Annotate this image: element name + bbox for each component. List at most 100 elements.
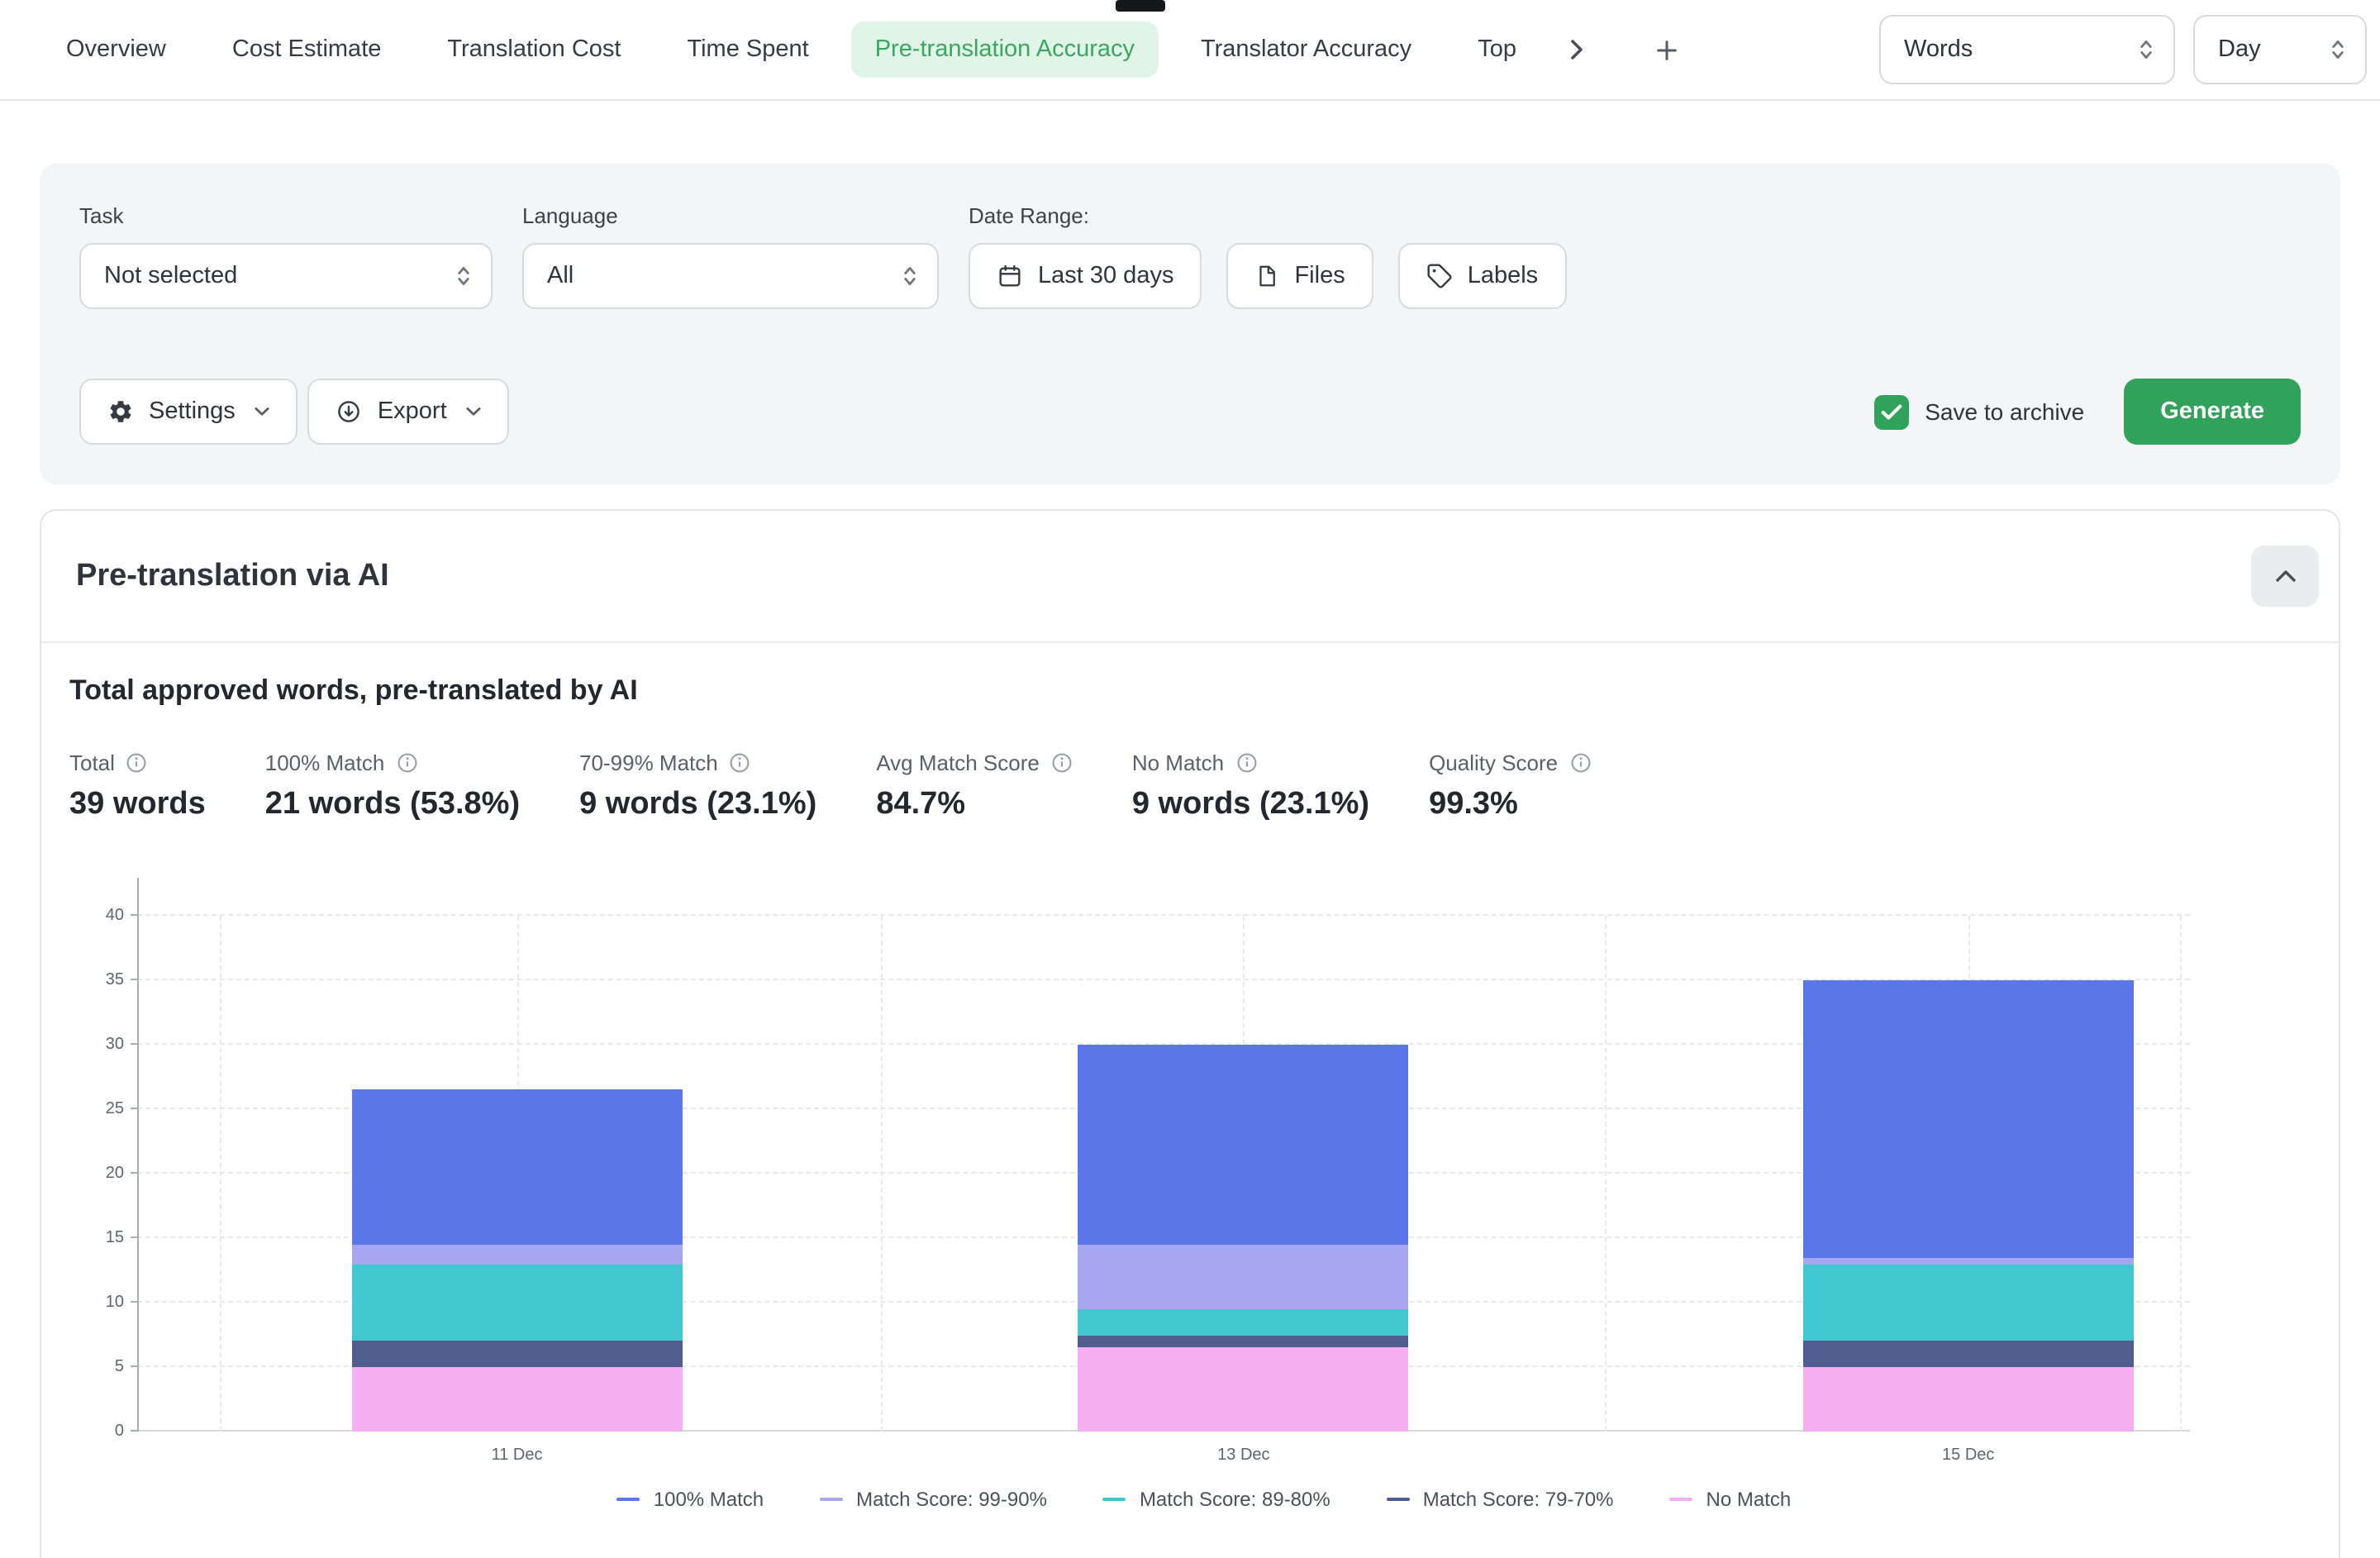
- info-circle-icon[interactable]: [126, 752, 148, 774]
- tab-overview[interactable]: Overview: [43, 21, 189, 78]
- y-tick-label: 25: [106, 1100, 124, 1118]
- info-circle-icon[interactable]: [1235, 752, 1257, 774]
- tab-top[interactable]: Top: [1454, 21, 1540, 78]
- date-range-field: Date Range: Last 30 days Files Labels: [969, 203, 1566, 309]
- plus-icon: [1654, 37, 1679, 62]
- chevron-down-icon: [467, 407, 482, 417]
- add-report-button[interactable]: [1645, 28, 1688, 71]
- legend-item-match-score-89-80[interactable]: Match Score: 89-80%: [1103, 1488, 1330, 1511]
- bar-13-dec[interactable]: [1078, 1045, 1409, 1432]
- bar-segment-100-match[interactable]: [1078, 1045, 1409, 1245]
- bar-segment-match-score-79-70[interactable]: [352, 1341, 683, 1367]
- date-range-button[interactable]: Last 30 days: [969, 243, 1202, 309]
- filters-panel: Task Not selected Language All Date Rang…: [40, 164, 2340, 484]
- y-tick: [131, 1430, 137, 1432]
- tabs-overflow-button[interactable]: [1556, 28, 1599, 71]
- tab-time-spent[interactable]: Time Spent: [664, 21, 831, 78]
- bar-segment-no-match[interactable]: [352, 1367, 683, 1432]
- card-body: Total approved words, pre-translated by …: [41, 643, 2339, 1511]
- task-label: Task: [79, 203, 493, 228]
- generate-button[interactable]: Generate: [2124, 379, 2301, 445]
- stat-label: Avg Match Score: [876, 750, 1040, 775]
- report-tabs: Overview Cost Estimate Translation Cost Tim…: [43, 21, 1540, 78]
- legend-item-match-score-99-90[interactable]: Match Score: 99-90%: [820, 1488, 1047, 1511]
- files-button[interactable]: Files: [1226, 243, 1373, 309]
- legend-item-no-match[interactable]: No Match: [1670, 1488, 1792, 1511]
- gridline-v: [2180, 916, 2182, 1432]
- language-label: Language: [522, 203, 939, 228]
- file-icon: [1254, 263, 1279, 289]
- save-to-archive-checkbox[interactable]: [1873, 394, 1908, 429]
- y-tick-label: 20: [106, 1165, 124, 1183]
- date-range-value: Last 30 days: [1038, 263, 1173, 289]
- tab-pre-translation-accuracy[interactable]: Pre-translation Accuracy: [852, 21, 1158, 78]
- collapse-card-button[interactable]: [2251, 546, 2319, 607]
- y-tick-label: 30: [106, 1036, 124, 1054]
- top-scroll-indicator: [1116, 0, 1165, 12]
- bar-segment-match-score-89-80[interactable]: [1803, 1264, 2134, 1341]
- updown-chevrons-icon: [2330, 38, 2345, 61]
- bar-segment-match-score-89-80[interactable]: [1078, 1309, 1409, 1335]
- save-to-archive-toggle[interactable]: Save to archive: [1873, 394, 2084, 429]
- legend-item-100-match[interactable]: 100% Match: [617, 1488, 764, 1511]
- settings-button[interactable]: Settings: [79, 379, 298, 445]
- bar-segment-match-score-79-70[interactable]: [1803, 1341, 2134, 1367]
- legend-marker: [1103, 1498, 1126, 1502]
- export-button[interactable]: Export: [308, 379, 510, 445]
- period-select[interactable]: Day: [2193, 15, 2367, 84]
- info-circle-icon[interactable]: [1051, 752, 1073, 774]
- stat-100-match: 100% Match21 words (53.8%): [265, 750, 520, 823]
- bar-15-dec[interactable]: [1803, 980, 2134, 1432]
- legend-label: Match Score: 89-80%: [1140, 1488, 1330, 1511]
- legend-item-match-score-79-70[interactable]: Match Score: 79-70%: [1387, 1488, 1614, 1511]
- updown-chevrons-icon: [2139, 38, 2154, 61]
- bar-segment-no-match[interactable]: [1803, 1367, 2134, 1432]
- stat-quality-score: Quality Score99.3%: [1429, 750, 1591, 823]
- card-subtitle: Total approved words, pre-translated by …: [69, 674, 2339, 708]
- stat-value: 9 words (23.1%): [1132, 787, 1369, 823]
- tab-translator-accuracy[interactable]: Translator Accuracy: [1178, 21, 1435, 78]
- actions-right: Save to archive Generate: [1873, 379, 2301, 445]
- header-selects: Words Day: [1879, 15, 2367, 84]
- info-circle-icon[interactable]: [730, 752, 751, 774]
- bar-segment-no-match[interactable]: [1078, 1348, 1409, 1432]
- gridline-v: [880, 916, 882, 1432]
- updown-chevrons-icon: [902, 264, 917, 288]
- bar-segment-100-match[interactable]: [1803, 980, 2134, 1257]
- info-circle-icon[interactable]: [396, 752, 417, 774]
- updown-chevrons-icon: [456, 264, 471, 288]
- stat-label: 100% Match: [265, 750, 385, 775]
- bar-segment-match-score-99-90[interactable]: [1803, 1257, 2134, 1264]
- unit-select[interactable]: Words: [1879, 15, 2175, 84]
- stats-row: Total39 words100% Match21 words (53.8%)7…: [69, 750, 2339, 823]
- bar-segment-match-score-99-90[interactable]: [1078, 1245, 1409, 1309]
- chevron-down-icon: [255, 407, 270, 417]
- stacked-bar-chart: 051015202530354011 Dec13 Dec15 Dec: [137, 916, 2190, 1432]
- bar-segment-match-score-89-80[interactable]: [352, 1264, 683, 1341]
- y-tick-label: 5: [115, 1358, 124, 1376]
- reports-page: Overview Cost Estimate Translation Cost Tim…: [0, 0, 2380, 1558]
- tab-translation-cost[interactable]: Translation Cost: [424, 21, 644, 78]
- legend-label: Match Score: 99-90%: [856, 1488, 1047, 1511]
- info-circle-icon[interactable]: [1569, 752, 1591, 774]
- chevron-right-icon: [1571, 40, 1584, 60]
- labels-button[interactable]: Labels: [1398, 243, 1566, 309]
- y-tick-label: 10: [106, 1294, 124, 1312]
- stat-70-99-match: 70-99% Match9 words (23.1%): [579, 750, 816, 823]
- card-title: Pre-translation via AI: [76, 558, 389, 594]
- stat-value: 99.3%: [1429, 787, 1591, 823]
- x-axis-label: 13 Dec: [1217, 1446, 1269, 1465]
- bar-segment-match-score-99-90[interactable]: [352, 1245, 683, 1264]
- task-select[interactable]: Not selected: [79, 243, 493, 309]
- tab-cost-estimate[interactable]: Cost Estimate: [209, 21, 405, 78]
- bar-11-dec[interactable]: [352, 1090, 683, 1432]
- task-field: Task Not selected: [79, 203, 493, 309]
- legend-marker: [617, 1498, 640, 1502]
- x-axis-label: 11 Dec: [492, 1446, 543, 1465]
- language-select[interactable]: All: [522, 243, 939, 309]
- stat-no-match: No Match9 words (23.1%): [1132, 750, 1369, 823]
- y-tick-label: 40: [106, 907, 124, 925]
- bar-segment-100-match[interactable]: [352, 1090, 683, 1245]
- legend-marker: [1387, 1498, 1410, 1502]
- bar-segment-match-score-79-70[interactable]: [1078, 1335, 1409, 1348]
